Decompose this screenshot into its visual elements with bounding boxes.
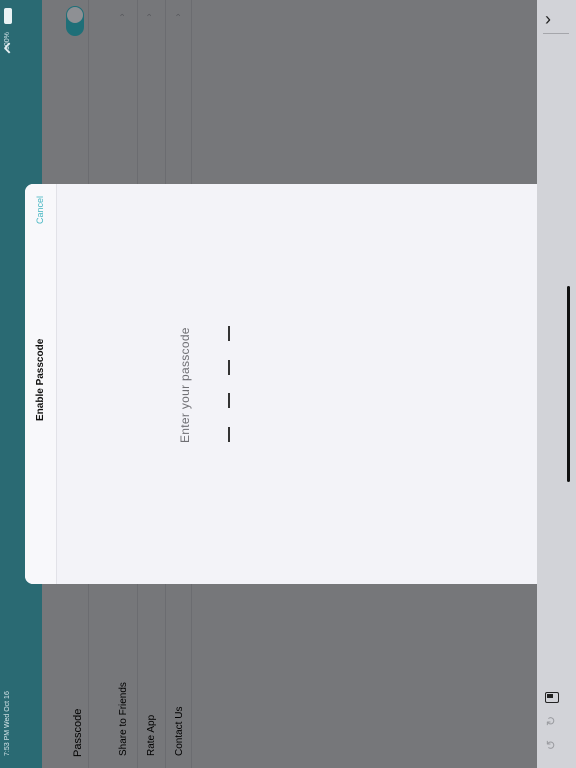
undo-icon[interactable]: ↺ xyxy=(544,740,558,750)
screenshot-icon[interactable] xyxy=(545,692,559,703)
cancel-button[interactable]: Cancel xyxy=(35,196,45,224)
redo-icon[interactable]: ↻ xyxy=(544,716,558,726)
scroll-handle[interactable] xyxy=(567,286,570,482)
chevron-right-icon: › xyxy=(143,13,154,17)
toggle-knob xyxy=(67,7,83,23)
right-toolbar: › ↻ ↺ xyxy=(537,0,576,768)
battery-level: 100% xyxy=(4,32,11,50)
chevron-right-icon: › xyxy=(116,13,127,17)
passcode-digit-slot[interactable] xyxy=(228,360,230,375)
passcode-toggle[interactable] xyxy=(66,6,84,36)
chevron-right-icon: › xyxy=(172,13,183,17)
passcode-digit-slot[interactable] xyxy=(228,393,230,408)
settings-label-contact: Contact Us xyxy=(174,706,185,756)
chevron-right-icon[interactable]: › xyxy=(545,9,551,30)
passcode-prompt: Enter your passcode xyxy=(178,327,192,443)
passcode-digit-slot[interactable] xyxy=(228,427,230,442)
modal-title: Enable Passcode xyxy=(35,338,46,421)
toolbar-divider xyxy=(543,33,569,34)
passcode-modal: Cancel Enable Passcode Enter your passco… xyxy=(25,184,537,584)
settings-label-passcode: Passcode xyxy=(72,708,84,757)
battery-icon xyxy=(4,8,12,24)
settings-label-rate: Rate App xyxy=(146,714,157,756)
settings-label-share: Share to Friends xyxy=(118,682,129,756)
status-time: 7:53 PM Wed Oct 16 xyxy=(4,691,11,756)
passcode-digit-slot[interactable] xyxy=(228,326,230,341)
